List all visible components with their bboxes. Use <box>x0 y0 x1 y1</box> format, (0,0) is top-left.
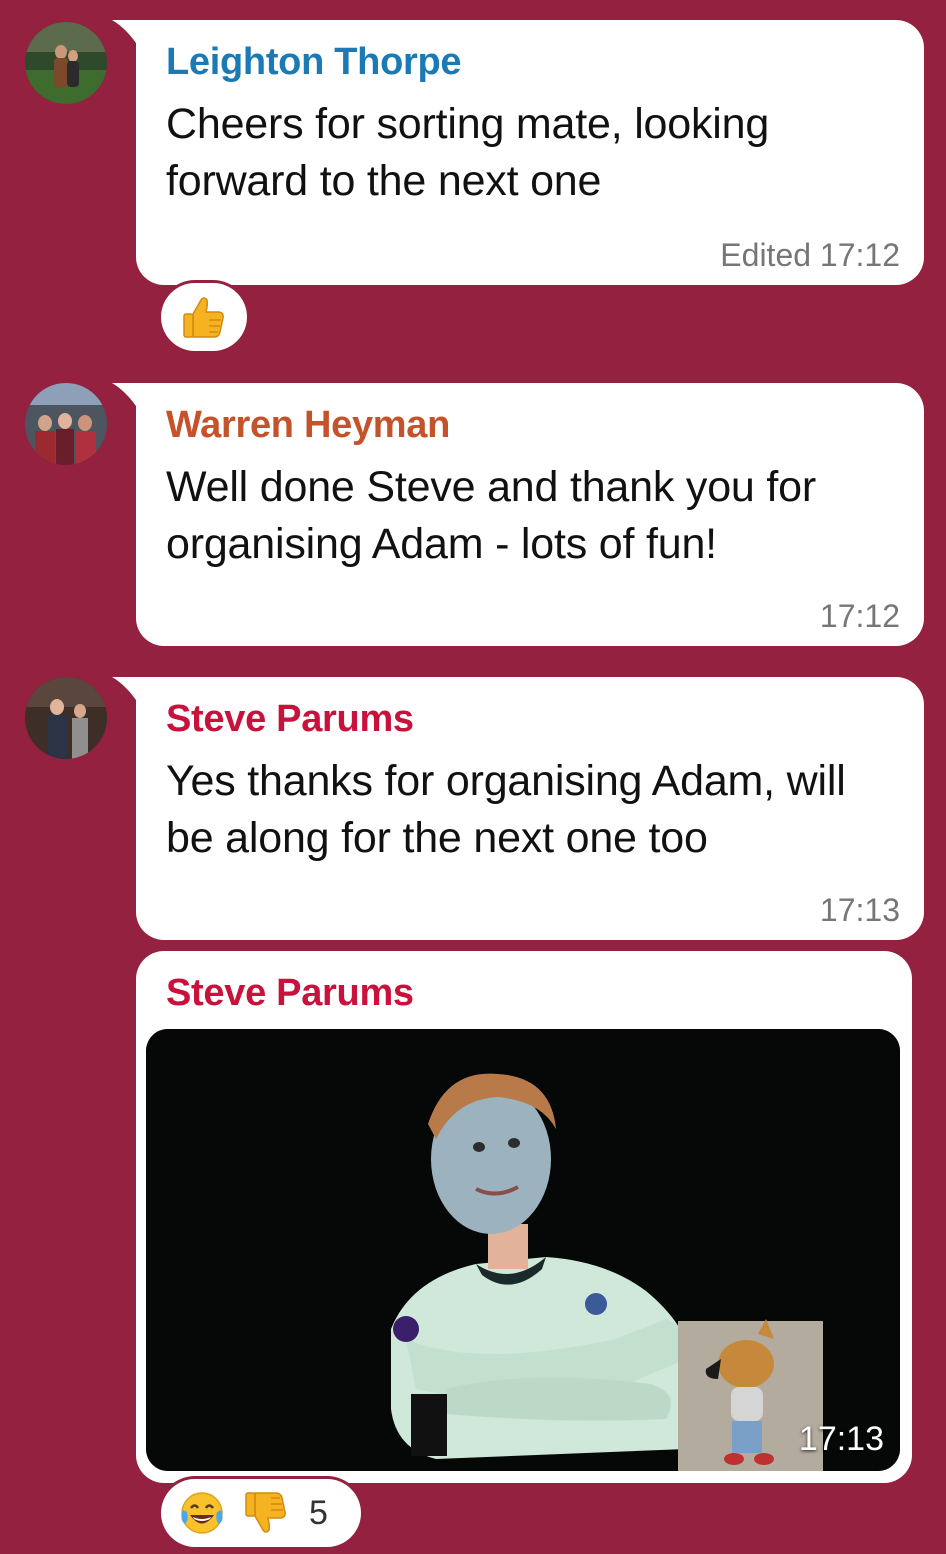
media-message-bubble[interactable]: Steve Parums 17:13 <box>136 951 912 1483</box>
message-bubble[interactable]: Steve Parums Yes thanks for organising A… <box>112 677 924 940</box>
avatar-leighton-thorpe[interactable] <box>25 22 107 104</box>
reaction-count: 5 <box>309 1493 328 1532</box>
thumbs-up-icon[interactable] <box>179 292 229 342</box>
sender-name[interactable]: Warren Heyman <box>166 403 900 447</box>
thumbs-down-icon[interactable] <box>241 1488 291 1538</box>
bubble-tail <box>112 383 138 409</box>
message-bubble[interactable]: Warren Heyman Well done Steve and thank … <box>112 383 924 646</box>
sender-name[interactable]: Leighton Thorpe <box>166 40 900 84</box>
message-text: Yes thanks for organising Adam, will be … <box>166 757 846 862</box>
avatar-steve-parums[interactable] <box>25 677 107 759</box>
message-timestamp: Edited 17:12 <box>720 237 900 273</box>
bubble-tail <box>112 677 138 703</box>
bubble-tail <box>112 20 138 46</box>
message-bubble[interactable]: Leighton Thorpe Cheers for sorting mate,… <box>112 20 924 285</box>
sender-name[interactable]: Steve Parums <box>166 697 900 741</box>
message-timestamp: 17:12 <box>819 598 900 634</box>
sender-name[interactable]: Steve Parums <box>166 971 888 1015</box>
message-text: Well done Steve and thank you for organi… <box>166 463 816 568</box>
laughing-tears-icon[interactable] <box>177 1488 227 1538</box>
chat-view: Leighton Thorpe Cheers for sorting mate,… <box>0 0 946 1554</box>
reactions-bar[interactable]: 5 <box>161 1479 361 1547</box>
avatar-warren-heyman[interactable] <box>25 383 107 465</box>
message-text: Cheers for sorting mate, looking forward… <box>166 100 770 205</box>
message-timestamp: 17:13 <box>819 892 900 928</box>
media-timestamp: 17:13 <box>798 1420 884 1458</box>
photo-image <box>146 1029 900 1471</box>
photo-attachment[interactable]: 17:13 <box>146 1029 900 1471</box>
reactions-bar[interactable] <box>161 283 247 351</box>
